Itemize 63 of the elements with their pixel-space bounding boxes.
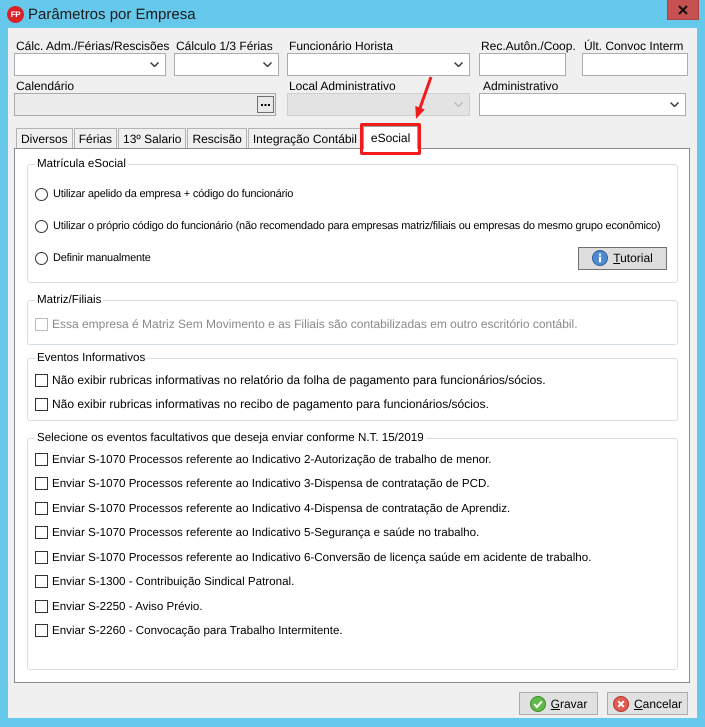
chevron-down-icon	[150, 62, 159, 67]
group-title: Selecione os eventos facultativos que deseja enviar conforme N.T. 15/2019	[36, 431, 425, 445]
checkbox[interactable]	[35, 550, 48, 564]
checkbox[interactable]	[35, 600, 48, 613]
checkbox-label: Enviar S-1070 Processos referente ao Indicativo 2-Autorização de trabalho de menor.	[52, 452, 492, 466]
group-title: Eventos Informativos	[36, 351, 146, 365]
field-label: Local Administrativo	[288, 79, 396, 93]
checkbox-label: Enviar S-2260 - Convocação para Trabalho Intermitente.	[52, 624, 343, 638]
checkbox-label: Essa empresa é Matriz Sem Movimento e as Filiais são contabilizadas em outro escritório contábil.	[52, 317, 578, 331]
checkbox[interactable]	[35, 452, 48, 466]
field-label: Administrativo	[482, 79, 558, 93]
checkbox-label: Não exibir rubricas informativas no relatório da folha de pagamento para funcionários/sócios.	[52, 373, 546, 387]
save-button[interactable]: Gravar	[519, 692, 598, 715]
field-label: Últ. Convoc Interm	[583, 39, 684, 53]
tab[interactable]: Diversos	[16, 128, 73, 148]
close-button[interactable]	[667, 0, 699, 20]
checkbox[interactable]	[35, 575, 48, 588]
info-icon	[592, 250, 608, 266]
checkbox[interactable]	[35, 526, 48, 540]
group-title: Matriz/Filiais	[36, 293, 102, 307]
checkbox-label: Não exibir rubricas informativas no recibo de pagamento para funcionários/sócios.	[52, 397, 489, 411]
chevron-down-icon	[454, 62, 463, 67]
radio-label: Utilizar o próprio código do funcionário (não recomendado para empresas matriz/filiais ou empresas do mesmo grupo econômico)	[53, 220, 660, 232]
radio-button[interactable]	[35, 188, 48, 200]
checkbox[interactable]	[35, 502, 48, 515]
chevron-down-icon	[454, 102, 463, 107]
tab[interactable]: Integração Contábil	[248, 128, 362, 148]
checkbox-label: Enviar S-1070 Processos referente ao Indicativo 5-Segurança e saúde no trabalho.	[52, 526, 480, 540]
tab[interactable]: Férias	[74, 128, 118, 148]
close-icon	[678, 4, 688, 14]
radio-label: Definir manualmente	[53, 252, 151, 264]
field-label: Cálculo 1/3 Férias	[175, 39, 273, 53]
checkbox-label: Enviar S-1070 Processos referente ao Indicativo 6-Conversão de licença saúde em acidente de trabalho.	[52, 550, 592, 564]
tab[interactable]: 13º Salario	[118, 128, 186, 148]
radio-button[interactable]	[35, 220, 48, 232]
tutorial-button[interactable]: Tutorial	[578, 246, 667, 270]
checkbox[interactable]	[35, 477, 48, 490]
checkbox[interactable]	[35, 398, 48, 410]
field-label: Cálc. Adm./Férias/Rescisões	[15, 39, 170, 53]
cancel-icon	[612, 696, 629, 712]
text-field[interactable]	[479, 53, 566, 76]
check-icon	[530, 696, 546, 712]
checkbox[interactable]	[35, 374, 48, 386]
cancel-button[interactable]: Cancelar	[607, 692, 688, 715]
ellipsis-icon	[261, 103, 270, 106]
radio-button[interactable]	[35, 252, 48, 264]
radio-label: Utilizar apelido da empresa + código do funcionário	[53, 188, 294, 200]
text-field[interactable]	[582, 53, 688, 76]
checkbox[interactable]	[35, 624, 48, 638]
app-logo: FP	[7, 6, 24, 22]
field-label: Funcionário Horista	[288, 39, 394, 53]
tab[interactable]: eSocial	[362, 126, 418, 149]
checkbox-label: Enviar S-1070 Processos referente ao Indicativo 3-Dispensa de contratação de PCD.	[52, 477, 490, 490]
window-title: Parâmetros por Empresa	[28, 6, 196, 22]
checkbox-label: Enviar S-2250 - Aviso Prévio.	[52, 600, 203, 613]
chevron-down-icon	[263, 62, 272, 67]
tab[interactable]: Rescisão	[187, 128, 247, 148]
field-label: Rec.Autôn./Coop.	[480, 39, 576, 53]
group-title: Matrícula eSocial	[36, 157, 127, 171]
checkbox-label: Enviar S-1070 Processos referente ao Indicativo 4-Dispensa de contratação de Aprendiz.	[52, 502, 510, 515]
field-label: Calendário	[15, 79, 74, 93]
chevron-down-icon	[670, 102, 679, 107]
checkbox-label: Enviar S-1300 - Contribuição Sindical Patronal.	[52, 575, 294, 588]
